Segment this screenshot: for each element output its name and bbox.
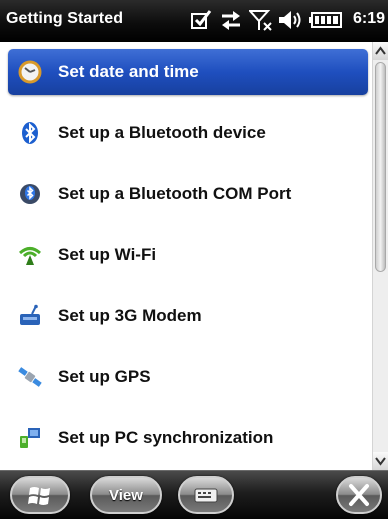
pc-sync-icon <box>20 428 40 448</box>
list-item-set-up-wifi[interactable]: Set up Wi-Fi <box>8 232 368 278</box>
status-title: Getting Started <box>6 10 124 27</box>
list-item-label: Set up PC synchronization <box>58 428 274 447</box>
status-bar: Getting Started 6:19 <box>0 0 388 42</box>
clock-icon <box>18 60 42 84</box>
list-item-label: Set date and time <box>58 62 199 81</box>
view-button-label: View <box>109 487 143 504</box>
sync-icon[interactable] <box>219 9 243 31</box>
scroll-thumb[interactable] <box>375 62 386 272</box>
start-button[interactable] <box>10 476 70 514</box>
close-button[interactable] <box>336 476 382 514</box>
list-item-set-up-pc-synchronization[interactable]: Set up PC synchronization <box>8 415 368 461</box>
modem-icon <box>20 304 40 325</box>
keyboard-icon <box>194 488 218 503</box>
battery-icon[interactable] <box>309 9 343 31</box>
softkey-bar: View <box>0 470 388 519</box>
chevron-down-icon <box>375 457 386 466</box>
list-item-label: Set up GPS <box>58 367 151 386</box>
screen: Getting Started 6:19 Set date and time S… <box>0 0 388 519</box>
list-item-label: Set up a Bluetooth device <box>58 123 266 142</box>
bluetooth-com-icon <box>20 184 40 204</box>
status-clock[interactable]: 6:19 <box>353 10 385 28</box>
close-icon <box>349 484 369 506</box>
list-item-set-up-bluetooth-device[interactable]: Set up a Bluetooth device <box>8 110 368 156</box>
chevron-up-icon <box>375 46 386 55</box>
view-button[interactable]: View <box>90 476 162 514</box>
scroll-down-button[interactable] <box>373 452 388 470</box>
list-item-set-up-3g-modem[interactable]: Set up 3G Modem <box>8 293 368 339</box>
signal-off-icon[interactable] <box>249 9 273 31</box>
gps-satellite-icon <box>18 367 42 387</box>
getting-started-list: Set date and time Set up a Bluetooth dev… <box>0 42 372 470</box>
wifi-icon <box>18 247 42 265</box>
vertical-scrollbar[interactable] <box>372 42 388 470</box>
notification-icon[interactable] <box>190 9 212 31</box>
list-item-label: Set up Wi-Fi <box>58 245 157 264</box>
volume-icon[interactable] <box>278 9 304 31</box>
list-item-set-up-gps[interactable]: Set up GPS <box>8 354 368 400</box>
list-item-set-date-and-time[interactable]: Set date and time <box>8 49 368 95</box>
bluetooth-icon <box>22 122 38 144</box>
list-item-label: Set up a Bluetooth COM Port <box>58 184 292 203</box>
windows-start-icon <box>28 487 50 505</box>
list-item-set-up-bluetooth-com-port[interactable]: Set up a Bluetooth COM Port <box>8 171 368 217</box>
scroll-up-button[interactable] <box>373 42 388 60</box>
keyboard-button[interactable] <box>178 476 234 514</box>
list-item-label: Set up 3G Modem <box>58 306 202 325</box>
